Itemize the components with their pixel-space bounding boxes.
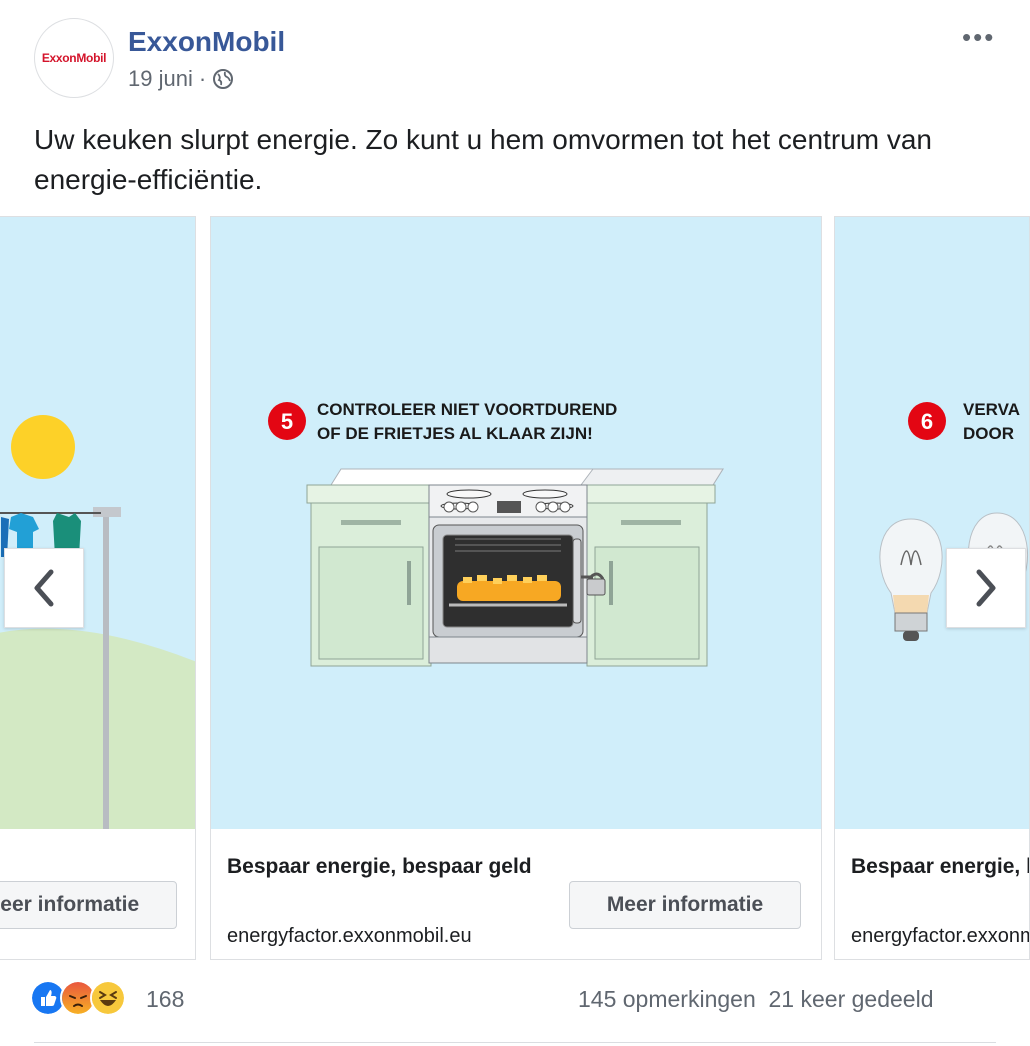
- card-headline[interactable]: Bespaar energie, bespaar geld: [227, 849, 557, 885]
- step-line-1: CONTROLEER NIET VOORTDUREND: [317, 400, 617, 419]
- card-image: [0, 217, 195, 829]
- page-name-link[interactable]: ExxonMobil: [128, 26, 285, 58]
- laundry-illustration: [0, 415, 195, 829]
- carousel-next-button[interactable]: [946, 548, 1026, 628]
- post-date[interactable]: 19 juni: [128, 66, 193, 92]
- step-line-2: DOOR: [963, 424, 1014, 443]
- post-meta: 19 juni ·: [128, 66, 234, 92]
- carousel-prev-button[interactable]: [4, 548, 84, 628]
- card-image: 5 CONTROLEER NIET VOORTDUREND OF DE FRIE…: [211, 217, 821, 829]
- chevron-right-icon: [976, 569, 996, 607]
- step-line-1: VERVA: [963, 400, 1020, 419]
- shares-count-link[interactable]: 21 keer gedeeld: [769, 986, 934, 1012]
- card-footer: Meer informatie: [0, 829, 195, 959]
- page-avatar[interactable]: ExxonMobil: [34, 18, 114, 98]
- divider: [34, 1042, 996, 1043]
- step-number: 6: [921, 409, 933, 434]
- card-link-domain[interactable]: energyfactor.exxonmobil.eu: [851, 925, 1029, 948]
- more-info-button[interactable]: Meer informatie: [0, 881, 177, 929]
- card-link-domain[interactable]: energyfactor.exxonmobil.eu: [227, 925, 472, 948]
- card-headline[interactable]: Bespaar energie, bespaar geld: [851, 849, 1029, 885]
- step-number: 5: [281, 409, 293, 434]
- card-image: 6 VERVA DOOR: [835, 217, 1029, 829]
- card-headline-text: Bespaar energie, bespaar geld: [851, 855, 1029, 878]
- kitchen-oven-illustration: 5 CONTROLEER NIET VOORTDUREND OF DE FRIE…: [268, 400, 724, 667]
- reactions-summary[interactable]: [30, 980, 126, 1016]
- reaction-count[interactable]: 168: [146, 986, 184, 1013]
- haha-icon: [90, 980, 126, 1016]
- avatar-logo-text: ExxonMobil: [41, 51, 107, 65]
- meta-separator: ·: [198, 66, 207, 91]
- carousel-card-2[interactable]: 5 CONTROLEER NIET VOORTDUREND OF DE FRIE…: [210, 216, 822, 960]
- card-footer: Bespaar energie, bespaar geld energyfact…: [211, 829, 821, 959]
- globe-icon: [213, 69, 234, 89]
- post-caption: Uw keuken slurpt energie. Zo kunt u hem …: [34, 124, 932, 195]
- step-line-2: OF DE FRIETJES AL KLAAR ZIJN!: [317, 424, 593, 443]
- more-options-button[interactable]: •••: [962, 22, 995, 53]
- comments-count-link[interactable]: 145 opmerkingen: [578, 986, 756, 1012]
- card-footer: Bespaar energie, bespaar geld energyfact…: [835, 829, 1029, 959]
- more-info-button[interactable]: Meer informatie: [569, 881, 801, 929]
- post-stats: 145 opmerkingen 21 keer gedeeld: [578, 986, 933, 1013]
- lightbulb-illustration: 6 VERVA DOOR: [879, 400, 1029, 641]
- chevron-left-icon: [34, 569, 54, 607]
